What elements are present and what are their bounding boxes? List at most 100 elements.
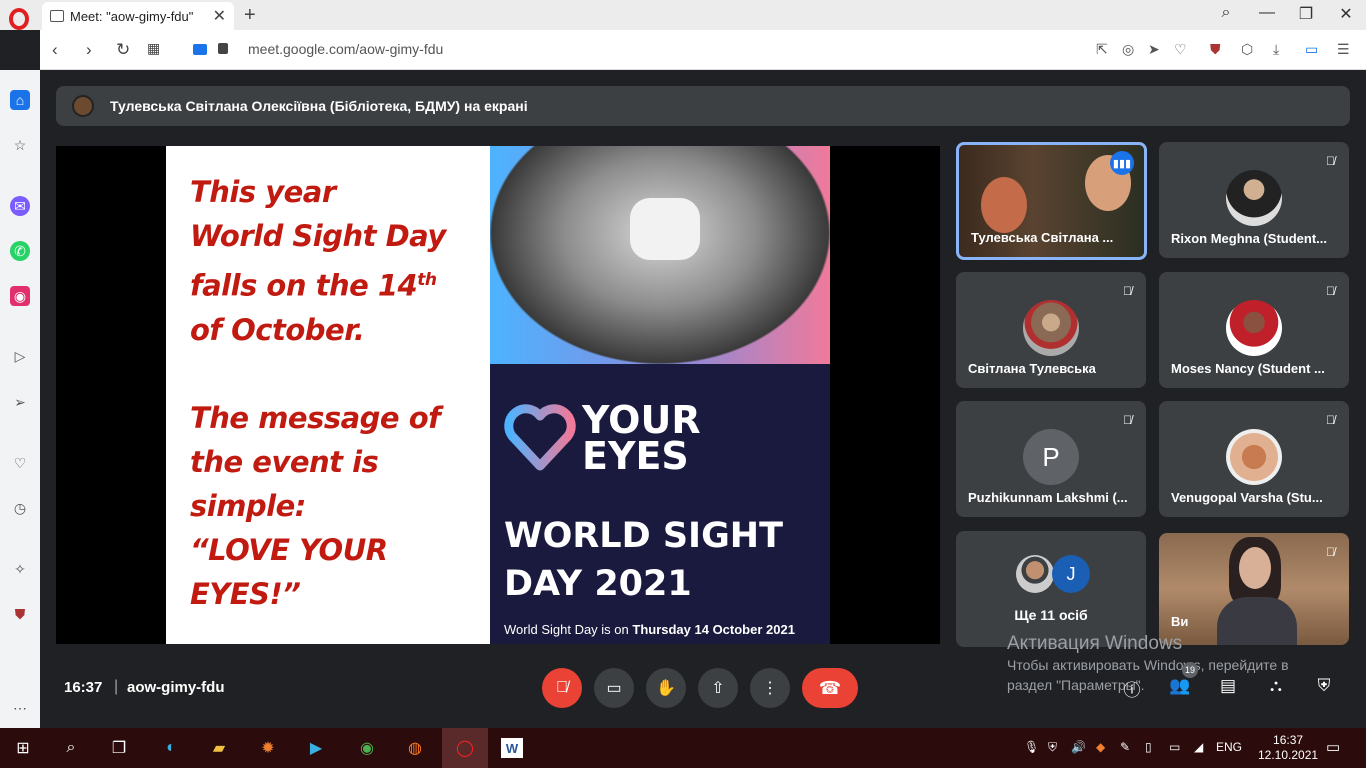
task-view-icon[interactable]: ❐ — [106, 736, 132, 760]
speed-dial-icon[interactable]: ☆ — [10, 135, 30, 155]
leave-call-button[interactable]: ☎ — [802, 668, 858, 708]
player-icon[interactable]: ▷ — [10, 346, 30, 366]
participant-avatar — [1226, 429, 1282, 485]
slide-message-line: the event is — [190, 444, 379, 479]
browser-tab[interactable]: Meet: "aow-gimy-fdu" ✕ — [42, 2, 234, 30]
clock-time: 16:37 — [1273, 733, 1304, 747]
chrome-icon[interactable]: ◉ — [354, 736, 380, 760]
app-icon[interactable]: ✹ — [255, 736, 281, 760]
participant-name: Venugopal Varsha (Stu... — [1171, 490, 1323, 505]
security-tray-icon[interactable]: ⛨ — [1048, 740, 1057, 755]
watermark-line: раздел "Параметры". — [1007, 677, 1145, 693]
opera-taskbar-icon[interactable]: ◯ — [452, 736, 478, 760]
search-tabs-icon[interactable]: ⌕ — [1211, 4, 1241, 22]
edge-icon[interactable]: ◐ — [158, 736, 184, 760]
snapshot-icon[interactable]: ◎ — [1122, 41, 1134, 58]
ublock-sidebar-icon[interactable]: ⛊ — [10, 604, 30, 624]
opera-menu-icon[interactable] — [9, 8, 29, 30]
title-line: DAY 2021 — [504, 564, 692, 604]
firefox-icon[interactable]: ◍ — [402, 736, 428, 760]
slide-poster-panel: YOUR EYES WORLD SIGHT DAY 2021 World Sig… — [490, 146, 830, 644]
self-view-tile[interactable]: 🎙̸ Ви — [1159, 533, 1349, 645]
participant-tile[interactable]: 🎙̸ Rixon Meghna (Student... — [1159, 142, 1349, 258]
download-icon[interactable]: ⤓ — [1273, 41, 1279, 58]
participant-tile[interactable]: 🎙̸ Світлана Тулевська — [956, 272, 1146, 388]
host-controls-icon[interactable]: ⛨ — [1311, 676, 1337, 696]
participant-name: Ви — [1171, 614, 1189, 629]
subtitle-prefix: World Sight Day is on — [504, 622, 633, 637]
more-participants-label: Ще 11 осіб — [1014, 607, 1088, 623]
ublock-icon[interactable]: ⛊ — [1210, 41, 1221, 58]
flow-icon[interactable]: ➢ — [10, 392, 30, 412]
activities-icon[interactable]: ⛬ — [1263, 676, 1289, 696]
participant-tile[interactable]: ▮▮▮ Тулевська Світлана ... — [956, 142, 1147, 260]
mic-off-icon: 🎙̸ — [1326, 545, 1335, 559]
minimize-icon[interactable]: — — [1252, 4, 1282, 22]
raise-hand-button[interactable]: ✋ — [646, 668, 686, 708]
search-icon[interactable]: ⌕ — [58, 736, 84, 760]
history-icon[interactable]: ◷ — [10, 498, 30, 518]
present-screen-button[interactable]: ⇧ — [698, 668, 738, 708]
more-options-button[interactable]: ⋮ — [750, 668, 790, 708]
media-player-icon[interactable]: ▶ — [303, 736, 329, 760]
messenger-icon[interactable]: ✉ — [10, 196, 30, 216]
start-icon[interactable]: ⊞ — [10, 736, 36, 760]
notifications-icon[interactable]: ▭ — [1326, 738, 1340, 756]
clock[interactable]: 16:37 12.10.2021 — [1258, 733, 1318, 763]
url-field[interactable]: meet.google.com/aow-gimy-fdu — [248, 41, 443, 57]
bookmarks-heart-icon[interactable]: ♡ — [10, 453, 30, 473]
close-window-icon[interactable]: ✕ — [1331, 4, 1361, 24]
chat-icon[interactable]: ▤ — [1215, 676, 1241, 696]
slide-line: falls on the 14th — [190, 258, 466, 308]
new-tab-button[interactable]: + — [244, 4, 256, 27]
lock-icon[interactable] — [218, 43, 228, 54]
tray-app-icon[interactable]: ◆ — [1096, 740, 1105, 754]
word-icon[interactable]: W — [501, 738, 523, 758]
heart-icon[interactable]: ♡ — [1174, 41, 1187, 58]
tray-app-icon[interactable]: ✎ — [1120, 740, 1130, 754]
back-icon[interactable]: ‹ — [52, 40, 58, 60]
participant-tile[interactable]: 🎙̸ Venugopal Varsha (Stu... — [1159, 401, 1349, 517]
participant-tile[interactable]: 🎙̸ Moses Nancy (Student ... — [1159, 272, 1349, 388]
share-icon[interactable]: ⇱ — [1096, 41, 1108, 58]
presenter-label: Тулевська Світлана Олексіївна (Бібліотек… — [110, 98, 528, 114]
send-icon[interactable]: ➤ — [1148, 41, 1160, 58]
camera-in-use-icon[interactable] — [193, 44, 207, 55]
participant-tile[interactable]: P 🎙̸ Puzhikunnam Lakshmi (... — [956, 401, 1146, 517]
camera-toggle-button[interactable]: ▭ — [594, 668, 634, 708]
tab-grid-icon[interactable]: ▦ — [147, 40, 160, 57]
volume-icon[interactable]: 🔊 — [1071, 740, 1086, 754]
self-view-face — [1239, 547, 1271, 589]
meeting-details-icon[interactable]: ⓘ — [1119, 676, 1145, 701]
slide-text-panel: This year World Sight Day falls on the 1… — [166, 146, 490, 644]
file-explorer-icon[interactable]: ▰ — [206, 736, 232, 760]
battery-saver-icon[interactable]: ▭ — [1305, 41, 1318, 58]
mic-off-icon: 🎙̸ — [1326, 154, 1335, 168]
language-indicator[interactable]: ENG — [1216, 740, 1242, 754]
meeting-code: aow-gimy-fdu — [127, 679, 225, 696]
speaking-indicator-icon: ▮▮▮ — [1110, 151, 1134, 175]
people-icon[interactable]: 👥 — [1167, 676, 1193, 696]
battery-icon[interactable]: ▯ — [1145, 740, 1152, 754]
mic-toggle-button[interactable]: 🎙̸ — [542, 668, 582, 708]
easy-setup-icon[interactable]: ☰ — [1337, 41, 1350, 58]
mic-off-icon: 🎙̸ — [1123, 284, 1132, 298]
network-icon[interactable]: ◢ — [1194, 740, 1203, 754]
instagram-icon[interactable]: ◉ — [10, 286, 30, 306]
extensions-icon[interactable]: ⬡ — [1241, 41, 1253, 58]
reload-icon[interactable]: ↻ — [116, 40, 130, 60]
more-participants-tile[interactable]: J Ще 11 осіб — [956, 531, 1146, 647]
participant-name: Moses Nancy (Student ... — [1171, 361, 1325, 376]
whatsapp-icon[interactable]: ✆ — [10, 241, 30, 261]
tray-app-icon[interactable]: ▭ — [1169, 740, 1180, 754]
meet-tab-icon — [50, 10, 64, 22]
mic-off-icon: 🎙̸ — [1326, 284, 1335, 298]
microphone-tray-icon[interactable]: 🎙 — [1024, 740, 1039, 754]
tips-icon[interactable]: ✧ — [10, 559, 30, 579]
participant-avatar — [1226, 170, 1282, 226]
close-tab-icon[interactable]: ✕ — [213, 6, 226, 26]
more-sidebar-icon[interactable]: ⋯ — [10, 698, 30, 718]
forward-icon[interactable]: › — [86, 40, 92, 60]
home-icon[interactable]: ⌂ — [10, 90, 30, 110]
restore-icon[interactable]: ❐ — [1291, 4, 1321, 24]
